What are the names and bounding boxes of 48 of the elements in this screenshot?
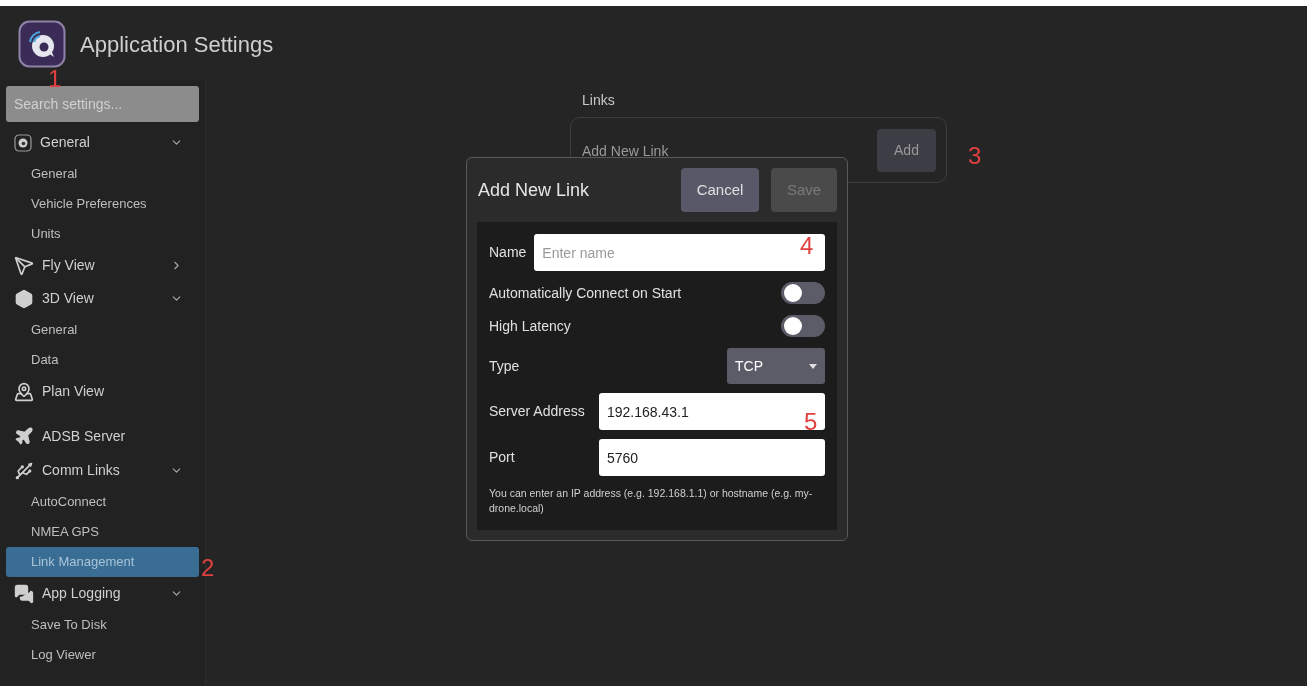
app-logo-icon [14,133,32,152]
toggle-label: High Latency [489,316,571,336]
paper-plane-icon [14,255,34,276]
sidebar-section[interactable]: Plan View [6,375,199,408]
toggle-label: Automatically Connect on Start [489,283,682,303]
toggle-switch[interactable] [781,282,825,304]
sidebar-item[interactable]: General [6,315,199,345]
dialog-title: Add New Link [477,178,591,202]
toggle-switch[interactable] [781,315,825,337]
airplane-icon [14,426,34,446]
annotation-number: 1 [48,69,62,88]
field-label: Server Address [489,402,586,421]
sidebar-section[interactable]: ADSB Server [6,418,199,454]
annotation-number: 5 [804,412,818,431]
chat-bubbles-icon [14,583,34,604]
sidebar-section[interactable]: Comm Links [6,454,199,487]
port-field[interactable]: 5760 [599,439,825,476]
search-field[interactable]: Search settings... [6,86,199,122]
sidebar-item[interactable]: AutoConnect [6,487,199,517]
sidebar-item[interactable]: Log Viewer [6,640,199,670]
cancel-button[interactable]: Cancel [681,168,759,212]
annotation-number: 3 [968,146,982,165]
app-logo-icon [18,20,66,68]
sidebar-item[interactable]: Save To Disk [6,610,199,640]
hint-text: You can enter an IP address (e.g. 192.168.1.1) or hostname (e.g. my-drone.local) [489,486,814,516]
add-link-label: Add New Link [582,141,669,161]
sidebar-section[interactable]: 3D View [6,282,199,315]
sidebar-item[interactable]: Vehicle Preferences [6,189,199,219]
sidebar-item[interactable]: Data [6,345,199,375]
route-pin-icon [14,381,34,402]
sidebar-section[interactable]: App Logging [6,577,199,610]
sidebar-section[interactable]: General [6,126,199,159]
sidebar-item[interactable]: General [6,159,199,189]
type-dropdown[interactable]: TCP [727,348,825,384]
dropdown-caret-icon [809,363,817,369]
section-heading: Links [582,91,616,110]
field-label: Port [489,448,516,467]
sidebar-item[interactable]: Units [6,219,199,249]
annotation-number: 4 [800,236,814,255]
hexagon-icon [14,288,34,309]
field-label: Type [489,356,520,376]
annotation-number: 2 [201,558,215,577]
sidebar-section[interactable]: Fly View [6,249,199,282]
usb-icon [14,460,34,481]
field-label: Name [489,243,527,262]
window-title: Application Settings [80,30,274,59]
sidebar-item[interactable]: NMEA GPS [6,517,199,547]
add-button[interactable]: Add [877,128,936,172]
